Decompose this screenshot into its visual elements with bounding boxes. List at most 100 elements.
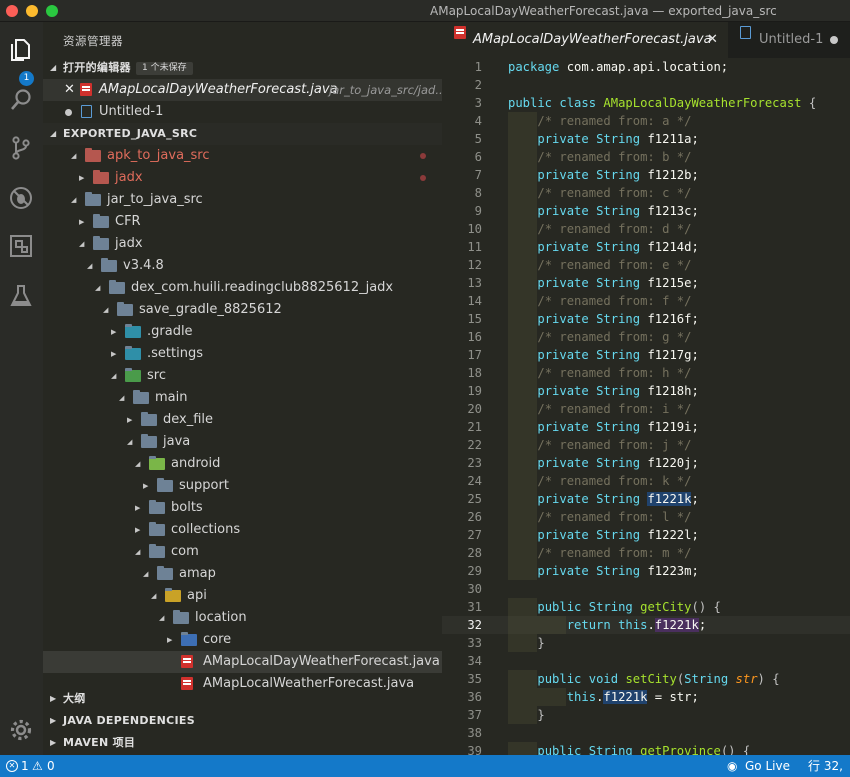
code-line[interactable]: 5 private String f1211a; [442, 130, 850, 148]
open-editors-section[interactable]: ◢ 打开的编辑器 1 个未保存 [43, 57, 442, 79]
folder-item[interactable]: ◢ jar_to_java_src [43, 189, 442, 211]
cursor-position[interactable]: 行 32, [808, 755, 843, 777]
folder-item[interactable]: ◢ dex_com.huili.readingclub8825612_jadx [43, 277, 442, 299]
code-line[interactable]: 19 private String f1218h; [442, 382, 850, 400]
code-line[interactable]: 14 /* renamed from: f */ [442, 292, 850, 310]
open-editor-item[interactable]: Untitled-1 [43, 101, 442, 123]
chevron-down-icon[interactable]: ◢ [79, 233, 84, 255]
code-line[interactable]: 2 [442, 76, 850, 94]
chevron-down-icon[interactable]: ◢ [71, 189, 76, 211]
chevron-down-icon[interactable]: ◢ [119, 387, 124, 409]
code-line[interactable]: 6 /* renamed from: b */ [442, 148, 850, 166]
code-line[interactable]: 33 } [442, 634, 850, 652]
code-line[interactable]: 39 public String getProvince() { [442, 742, 850, 755]
code-line[interactable]: 3 public class AMapLocalDayWeatherForecas… [442, 94, 850, 112]
chevron-right-icon[interactable]: ▶ [79, 167, 84, 189]
chevron-down-icon[interactable]: ◢ [135, 541, 140, 563]
file-item[interactable]: AMapLocalDayWeatherForecast.java [43, 651, 442, 673]
folder-item[interactable]: ▶ .gradle [43, 321, 442, 343]
folder-item[interactable]: ◢ java [43, 431, 442, 453]
warning-icon[interactable]: ⚠ [32, 755, 43, 777]
folder-item[interactable]: ◢ amap [43, 563, 442, 585]
debug-icon[interactable] [5, 182, 37, 214]
chevron-down-icon[interactable]: ◢ [71, 145, 76, 167]
search-icon[interactable] [5, 84, 37, 116]
code-line[interactable]: 32 return this.f1221k; [442, 616, 850, 634]
folder-item[interactable]: ◢ main [43, 387, 442, 409]
folder-item[interactable]: ◢ com [43, 541, 442, 563]
folder-item[interactable]: ▶ bolts [43, 497, 442, 519]
code-line[interactable]: 34 [442, 652, 850, 670]
folder-item[interactable]: ▶ jadx [43, 167, 442, 189]
folder-item[interactable]: ▶ core [43, 629, 442, 651]
chevron-down-icon[interactable]: ◢ [103, 299, 108, 321]
code-line[interactable]: 28 /* renamed from: m */ [442, 544, 850, 562]
folder-item[interactable]: ◢ src [43, 365, 442, 387]
code-line[interactable]: 1 package com.amap.api.location; [442, 58, 850, 76]
code-line[interactable]: 22 /* renamed from: j */ [442, 436, 850, 454]
folder-item[interactable]: ▶ CFR [43, 211, 442, 233]
tab-untitled-1[interactable]: Untitled-1 [728, 22, 850, 58]
code-line[interactable]: 20 /* renamed from: i */ [442, 400, 850, 418]
folder-item[interactable]: ▶ collections [43, 519, 442, 541]
code-line[interactable]: 29 private String f1223m; [442, 562, 850, 580]
code-line[interactable]: 10 /* renamed from: d */ [442, 220, 850, 238]
folder-item[interactable]: ▶ .settings [43, 343, 442, 365]
code-line[interactable]: 37 } [442, 706, 850, 724]
folder-item[interactable]: ◢ jadx [43, 233, 442, 255]
extensions-icon[interactable] [5, 230, 37, 262]
code-line[interactable]: 31 public String getCity() { [442, 598, 850, 616]
source-control-icon[interactable] [5, 132, 37, 164]
explorer-icon[interactable] [5, 34, 37, 66]
code-line[interactable]: 7 private String f1212b; [442, 166, 850, 184]
folder-item[interactable]: ◢ apk_to_java_src [43, 145, 442, 167]
chevron-down-icon[interactable]: ◢ [87, 255, 92, 277]
chevron-right-icon[interactable]: ▶ [167, 629, 172, 651]
chevron-down-icon[interactable]: ◢ [135, 453, 140, 475]
code-line[interactable]: 26 /* renamed from: l */ [442, 508, 850, 526]
folder-item[interactable]: ◢ api [43, 585, 442, 607]
code-line[interactable]: 12 /* renamed from: e */ [442, 256, 850, 274]
chevron-down-icon[interactable]: ◢ [143, 563, 148, 585]
error-count[interactable]: 1 [21, 755, 29, 777]
test-flask-icon[interactable] [5, 280, 37, 312]
folder-item[interactable]: ▶ dex_file [43, 409, 442, 431]
code-line[interactable]: 23 private String f1220j; [442, 454, 850, 472]
maximize-window-button[interactable] [46, 5, 58, 17]
code-line[interactable]: 36 this.f1221k = str; [442, 688, 850, 706]
code-line[interactable]: 9 private String f1213c; [442, 202, 850, 220]
folder-item[interactable]: ◢ android [43, 453, 442, 475]
code-line[interactable]: 25 private String f1221k; [442, 490, 850, 508]
code-line[interactable]: 17 private String f1217g; [442, 346, 850, 364]
folder-item[interactable]: ◢ location [43, 607, 442, 629]
go-live-button[interactable]: Go Live [745, 755, 790, 777]
chevron-right-icon[interactable]: ▶ [127, 409, 132, 431]
code-line[interactable]: 30 [442, 580, 850, 598]
java-dependencies-section[interactable]: ▶ JAVA DEPENDENCIES [43, 710, 442, 732]
open-editor-item[interactable]: ✕ AMapLocalDayWeatherForecast.java jar_t… [43, 79, 442, 101]
chevron-right-icon[interactable]: ▶ [111, 343, 116, 365]
code-line[interactable]: 38 [442, 724, 850, 742]
error-icon[interactable]: ✕ [6, 760, 18, 772]
minimize-window-button[interactable] [26, 5, 38, 17]
folder-item[interactable]: ◢ v3.4.8 [43, 255, 442, 277]
close-icon[interactable]: ✕ [707, 22, 718, 58]
code-line[interactable]: 4 /* renamed from: a */ [442, 112, 850, 130]
chevron-down-icon[interactable]: ◢ [95, 277, 100, 299]
chevron-down-icon[interactable]: ◢ [159, 607, 164, 629]
folder-item[interactable]: ◢ save_gradle_8825612 [43, 299, 442, 321]
close-icon[interactable]: ✕ [64, 79, 75, 101]
chevron-right-icon[interactable]: ▶ [135, 497, 140, 519]
code-line[interactable]: 21 private String f1219i; [442, 418, 850, 436]
code-line[interactable]: 11 private String f1214d; [442, 238, 850, 256]
chevron-right-icon[interactable]: ▶ [143, 475, 148, 497]
code-line[interactable]: 35 public void setCity(String str) { [442, 670, 850, 688]
folder-item[interactable]: ▶ support [43, 475, 442, 497]
gear-icon[interactable] [5, 714, 37, 746]
maven-section[interactable]: ▶ MAVEN 项目 [43, 732, 442, 754]
chevron-right-icon[interactable]: ▶ [111, 321, 116, 343]
code-editor[interactable]: 1 package com.amap.api.location; 2 3 public … [442, 58, 850, 755]
code-line[interactable]: 16 /* renamed from: g */ [442, 328, 850, 346]
warning-count[interactable]: 0 [47, 755, 55, 777]
chevron-right-icon[interactable]: ▶ [79, 211, 84, 233]
